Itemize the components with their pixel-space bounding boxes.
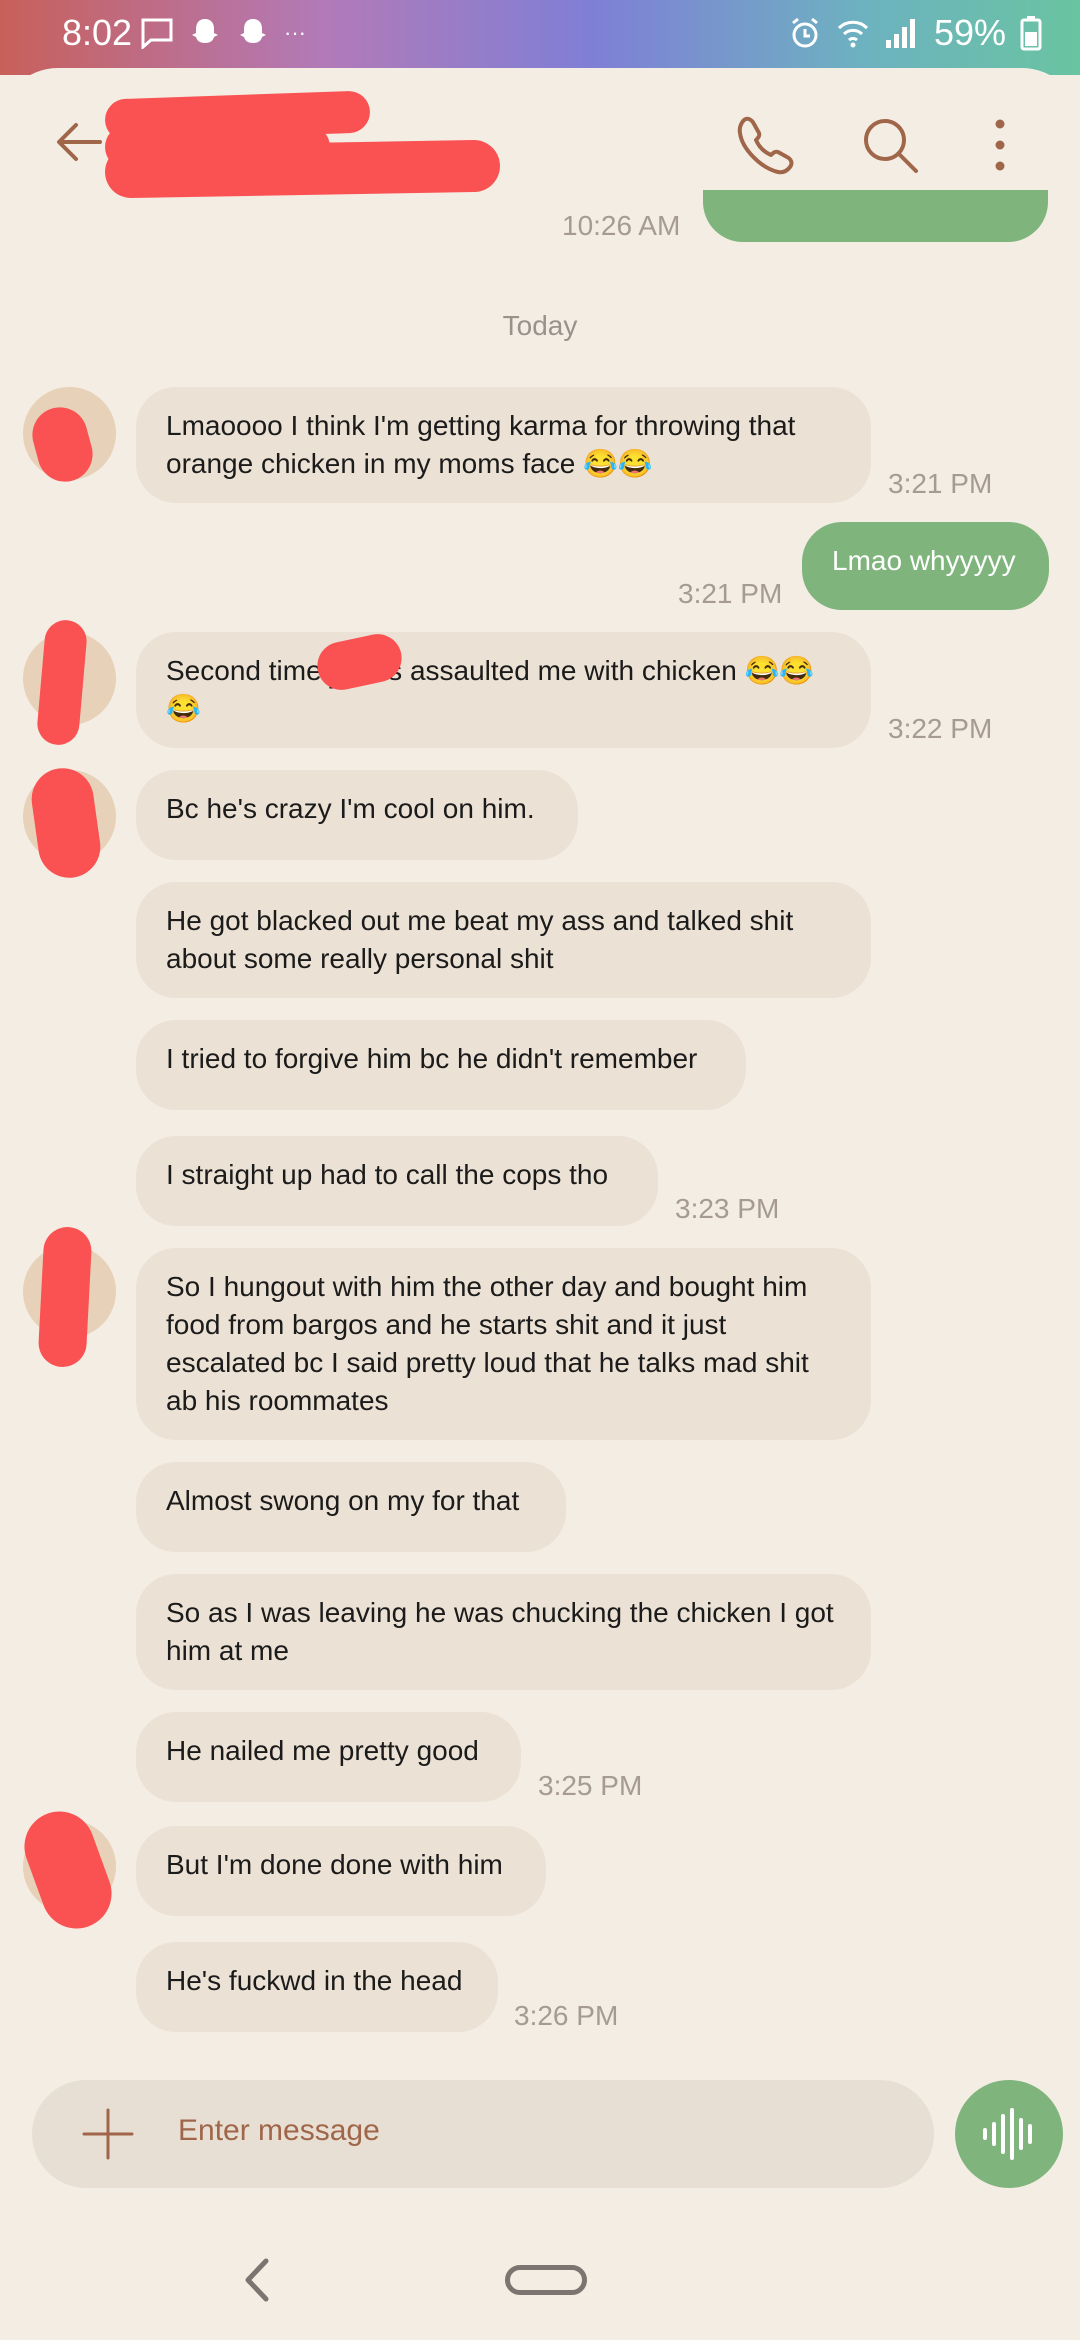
message-time: 3:21 PM: [888, 468, 993, 499]
voice-waveform-icon: [983, 2108, 1032, 2160]
wifi-icon: [837, 20, 868, 48]
message-text: He nailed me pretty good: [166, 1735, 479, 1766]
plus-icon[interactable]: [80, 2106, 136, 2162]
avatar[interactable]: [23, 764, 116, 882]
voice-message-button[interactable]: [955, 2080, 1063, 2188]
message-text: I tried to forgive him bc he didn't reme…: [166, 1043, 698, 1074]
outgoing-message-bubble[interactable]: Lmao whyyyyy: [802, 522, 1049, 610]
date-separator: Today: [502, 310, 578, 341]
search-icon[interactable]: [855, 110, 925, 180]
status-time: 8:02: [62, 12, 133, 53]
contact-name-header[interactable]: [104, 90, 505, 199]
avatar[interactable]: [23, 618, 116, 747]
redaction-mark: [37, 1225, 93, 1369]
back-arrow-icon[interactable]: [50, 112, 110, 172]
message-text: He got blacked out me beat my ass and ta…: [166, 905, 794, 974]
incoming-message-bubble[interactable]: Lmaoooo I think I'm getting karma for th…: [136, 387, 871, 503]
incoming-message-bubble[interactable]: So as I was leaving he was chucking the …: [136, 1574, 871, 1690]
incoming-message-bubble[interactable]: Almost swong on my for that: [136, 1462, 566, 1552]
older-message-time: 10:26 AM: [562, 210, 681, 241]
message-time: 3:23 PM: [675, 1193, 780, 1224]
message-text: But I'm done done with him: [166, 1849, 503, 1880]
message-time: 3:21 PM: [678, 578, 783, 609]
message-input-placeholder[interactable]: Enter message: [178, 2114, 380, 2148]
more-notifications-indicator: ···: [284, 20, 306, 45]
alarm-icon: [792, 17, 818, 48]
nav-home-icon[interactable]: [505, 2265, 587, 2295]
message-notification-icon: [141, 18, 173, 49]
incoming-message-bubble[interactable]: Bc he's crazy I'm cool on him.: [136, 770, 578, 860]
phone-icon[interactable]: [730, 110, 800, 180]
avatar[interactable]: [23, 1225, 116, 1369]
battery-percent: 59%: [933, 12, 1006, 53]
nav-back-icon[interactable]: [238, 2255, 278, 2305]
message-time: 3:22 PM: [888, 713, 993, 744]
battery-icon: [1020, 16, 1042, 51]
message-text: Second time █ has assaulted me with chic…: [166, 655, 815, 724]
message-text: I straight up had to call the cops tho: [166, 1159, 609, 1190]
message-text: Lmao whyyyyy: [832, 545, 1016, 576]
message-text: Lmaoooo I think I'm getting karma for th…: [166, 410, 796, 479]
redaction-mark: [104, 139, 501, 199]
incoming-message-bubble[interactable]: Second time █ has assaulted me with chic…: [136, 632, 871, 748]
message-text: He's fuckwd in the head: [166, 1965, 463, 1996]
status-bar: 8:02 ··· 59%: [0, 0, 1080, 75]
snapchat-icon-2: [240, 19, 266, 43]
incoming-message-bubble[interactable]: He's fuckwd in the head: [136, 1942, 498, 2032]
message-time: 3:25 PM: [538, 1770, 643, 1801]
message-time: 3:26 PM: [514, 2000, 619, 2031]
message-text: So as I was leaving he was chucking the …: [166, 1597, 834, 1666]
incoming-message-bubble[interactable]: He got blacked out me beat my ass and ta…: [136, 882, 871, 998]
more-vert-icon[interactable]: [965, 110, 1035, 180]
incoming-message-bubble[interactable]: So I hungout with him the other day and …: [136, 1248, 871, 1440]
incoming-message-bubble[interactable]: But I'm done done with him: [136, 1826, 546, 1916]
incoming-message-bubble[interactable]: I tried to forgive him bc he didn't reme…: [136, 1020, 746, 1110]
signal-icon: [885, 19, 915, 48]
snapchat-icon: [192, 19, 218, 43]
message-text: Bc he's crazy I'm cool on him.: [166, 793, 535, 824]
incoming-message-bubble[interactable]: I straight up had to call the cops tho: [136, 1136, 658, 1226]
older-outgoing-bubble[interactable]: [703, 190, 1048, 242]
message-composer[interactable]: Enter message: [32, 2080, 934, 2188]
message-text: Almost swong on my for that: [166, 1485, 520, 1516]
avatar[interactable]: [14, 1801, 122, 1939]
avatar[interactable]: [23, 387, 116, 488]
incoming-message-bubble[interactable]: He nailed me pretty good: [136, 1712, 521, 1802]
message-text: So I hungout with him the other day and …: [166, 1271, 809, 1416]
